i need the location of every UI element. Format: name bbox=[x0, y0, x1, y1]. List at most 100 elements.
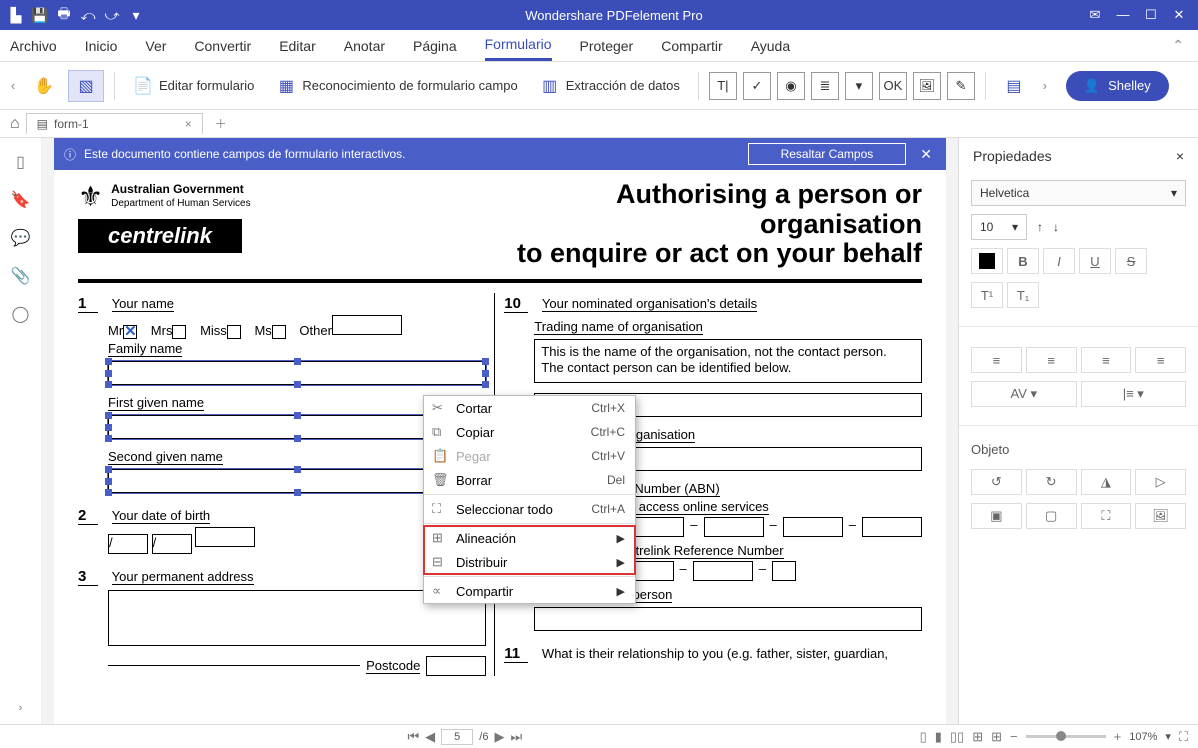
font-size-input[interactable]: 10▾ bbox=[971, 214, 1027, 240]
abn-seg-2[interactable] bbox=[704, 517, 764, 537]
superscript-button[interactable]: T¹ bbox=[971, 282, 1003, 308]
crop-button[interactable]: ⛶ bbox=[1081, 503, 1132, 529]
tab-close-icon[interactable]: × bbox=[185, 117, 192, 131]
document-tab[interactable]: ▤ form-1 × bbox=[26, 113, 203, 134]
q3-postcode-input[interactable] bbox=[426, 656, 486, 676]
chevron-down-icon[interactable]: ▾ bbox=[1165, 730, 1171, 743]
view-two-icon[interactable]: ▯▯ bbox=[950, 729, 964, 745]
q2-month-input[interactable]: / bbox=[152, 534, 192, 554]
image-field-button[interactable]: 🖼 bbox=[913, 72, 941, 100]
align-center-button[interactable]: ≡ bbox=[1026, 347, 1077, 373]
increase-size-icon[interactable]: ↑ bbox=[1037, 220, 1043, 234]
home-icon[interactable]: ⌂ bbox=[10, 115, 20, 133]
send-back-button[interactable]: ▢ bbox=[1026, 503, 1077, 529]
print-icon[interactable]: 🖶 bbox=[56, 7, 72, 23]
minimize-icon[interactable]: — bbox=[1114, 7, 1132, 23]
fullscreen-icon[interactable]: ⛶ bbox=[1179, 729, 1188, 745]
sidebar-expand-icon[interactable]: › bbox=[19, 702, 23, 714]
signature-field-button[interactable]: ✎ bbox=[947, 72, 975, 100]
menu-proteger[interactable]: Proteger bbox=[580, 32, 634, 60]
strikethrough-button[interactable]: S bbox=[1115, 248, 1147, 274]
crn-seg-3[interactable] bbox=[693, 561, 753, 581]
search-icon[interactable]: ◯ bbox=[12, 304, 30, 324]
last-page-icon[interactable]: ⏭ bbox=[510, 729, 522, 745]
toolbar-scroll-left-icon[interactable]: ‹ bbox=[6, 78, 20, 93]
decrease-size-icon[interactable]: ↓ bbox=[1053, 220, 1059, 234]
menu-ver[interactable]: Ver bbox=[145, 32, 166, 60]
menu-compartir[interactable]: Compartir bbox=[661, 32, 722, 60]
mail-icon[interactable]: ✉ bbox=[1086, 7, 1104, 23]
close-icon[interactable]: ✕ bbox=[1170, 7, 1188, 23]
bold-button[interactable]: B bbox=[1007, 248, 1039, 274]
highlight-fields-button[interactable]: Resaltar Campos bbox=[748, 143, 907, 165]
view-thumbnails-icon[interactable]: ⊞ bbox=[991, 729, 1002, 745]
context-cut[interactable]: ✂CortarCtrl+X bbox=[424, 396, 635, 420]
zoom-slider[interactable] bbox=[1026, 735, 1106, 738]
context-select-all[interactable]: ⛶Seleccionar todoCtrl+A bbox=[424, 497, 635, 521]
menu-ayuda[interactable]: Ayuda bbox=[751, 32, 790, 60]
list-field-button[interactable]: ≣ bbox=[811, 72, 839, 100]
extract-data-button[interactable]: ▥Extracción de datos bbox=[532, 70, 688, 102]
more-tools-button[interactable]: ▤ bbox=[996, 70, 1032, 102]
recognize-form-button[interactable]: ▦Reconocimiento de formulario campo bbox=[268, 70, 525, 102]
crn-seg-4[interactable] bbox=[772, 561, 796, 581]
align-left-button[interactable]: ≡ bbox=[971, 347, 1022, 373]
replace-button[interactable]: 🖼 bbox=[1135, 503, 1186, 529]
subscript-button[interactable]: T₁ bbox=[1007, 282, 1039, 308]
banner-close-icon[interactable]: ✕ bbox=[916, 146, 936, 163]
select-tool-button[interactable]: ▧ bbox=[68, 70, 104, 102]
q1-mrs-checkbox[interactable] bbox=[172, 325, 186, 339]
add-tab-icon[interactable]: ＋ bbox=[209, 115, 233, 132]
maximize-icon[interactable]: ☐ bbox=[1142, 7, 1160, 23]
zoom-in-icon[interactable]: + bbox=[1114, 729, 1122, 744]
dropdown-field-button[interactable]: ▾ bbox=[845, 72, 873, 100]
menu-inicio[interactable]: Inicio bbox=[85, 32, 118, 60]
align-justify-button[interactable]: ≡ bbox=[1135, 347, 1186, 373]
context-share[interactable]: ∝Compartir▶ bbox=[424, 579, 635, 603]
first-page-icon[interactable]: ⏮ bbox=[407, 729, 419, 745]
q10-contact-input[interactable] bbox=[534, 607, 922, 631]
q2-day-input[interactable]: / bbox=[108, 534, 148, 554]
context-delete[interactable]: 🗑BorrarDel bbox=[424, 468, 635, 492]
context-align[interactable]: ⊞Alineación▶ bbox=[424, 526, 635, 550]
collapse-ribbon-icon[interactable]: ⌃ bbox=[1172, 37, 1184, 54]
view-continuous-icon[interactable]: ▮ bbox=[935, 729, 942, 745]
char-spacing-button[interactable]: AV ▾ bbox=[971, 381, 1077, 407]
view-single-icon[interactable]: ▯ bbox=[920, 729, 927, 745]
menu-editar[interactable]: Editar bbox=[279, 32, 316, 60]
attachments-icon[interactable]: 📎 bbox=[11, 266, 31, 286]
menu-anotar[interactable]: Anotar bbox=[344, 32, 385, 60]
q2-year-input[interactable] bbox=[195, 527, 255, 547]
comments-icon[interactable]: 💬 bbox=[11, 228, 31, 248]
button-field-button[interactable]: OK bbox=[879, 72, 907, 100]
context-distribute[interactable]: ⊟Distribuir▶ bbox=[424, 550, 635, 574]
undo-icon[interactable]: ⤺ bbox=[80, 7, 96, 23]
prev-page-icon[interactable]: ◀ bbox=[425, 729, 435, 745]
underline-button[interactable]: U bbox=[1079, 248, 1111, 274]
rotate-left-button[interactable]: ↺ bbox=[971, 469, 1022, 495]
bookmarks-icon[interactable]: 🔖 bbox=[11, 190, 31, 210]
dropdown-icon[interactable]: ▾ bbox=[128, 7, 144, 23]
line-spacing-button[interactable]: |≡ ▾ bbox=[1081, 381, 1187, 407]
menu-pagina[interactable]: Página bbox=[413, 32, 457, 60]
radio-field-button[interactable]: ◉ bbox=[777, 72, 805, 100]
align-right-button[interactable]: ≡ bbox=[1081, 347, 1132, 373]
checkbox-field-button[interactable]: ✓ bbox=[743, 72, 771, 100]
properties-close-icon[interactable]: × bbox=[1176, 148, 1184, 164]
user-pill[interactable]: 👤 Shelley bbox=[1066, 71, 1169, 101]
edit-form-button[interactable]: 📄Editar formulario bbox=[125, 70, 262, 102]
abn-seg-4[interactable] bbox=[862, 517, 922, 537]
view-two-continuous-icon[interactable]: ⊞ bbox=[972, 729, 983, 745]
menu-formulario[interactable]: Formulario bbox=[485, 30, 552, 61]
abn-seg-3[interactable] bbox=[783, 517, 843, 537]
q1-mr-checkbox[interactable] bbox=[123, 325, 137, 339]
save-icon[interactable]: 💾 bbox=[32, 7, 48, 23]
text-field-button[interactable]: T| bbox=[709, 72, 737, 100]
thumbnails-icon[interactable]: ▯ bbox=[16, 152, 25, 172]
q1-other-input[interactable] bbox=[332, 315, 402, 335]
redo-icon[interactable]: ⤻ bbox=[104, 7, 120, 23]
color-swatch[interactable] bbox=[971, 248, 1003, 274]
italic-button[interactable]: I bbox=[1043, 248, 1075, 274]
rotate-right-button[interactable]: ↻ bbox=[1026, 469, 1077, 495]
context-copy[interactable]: ⧉CopiarCtrl+C bbox=[424, 420, 635, 444]
